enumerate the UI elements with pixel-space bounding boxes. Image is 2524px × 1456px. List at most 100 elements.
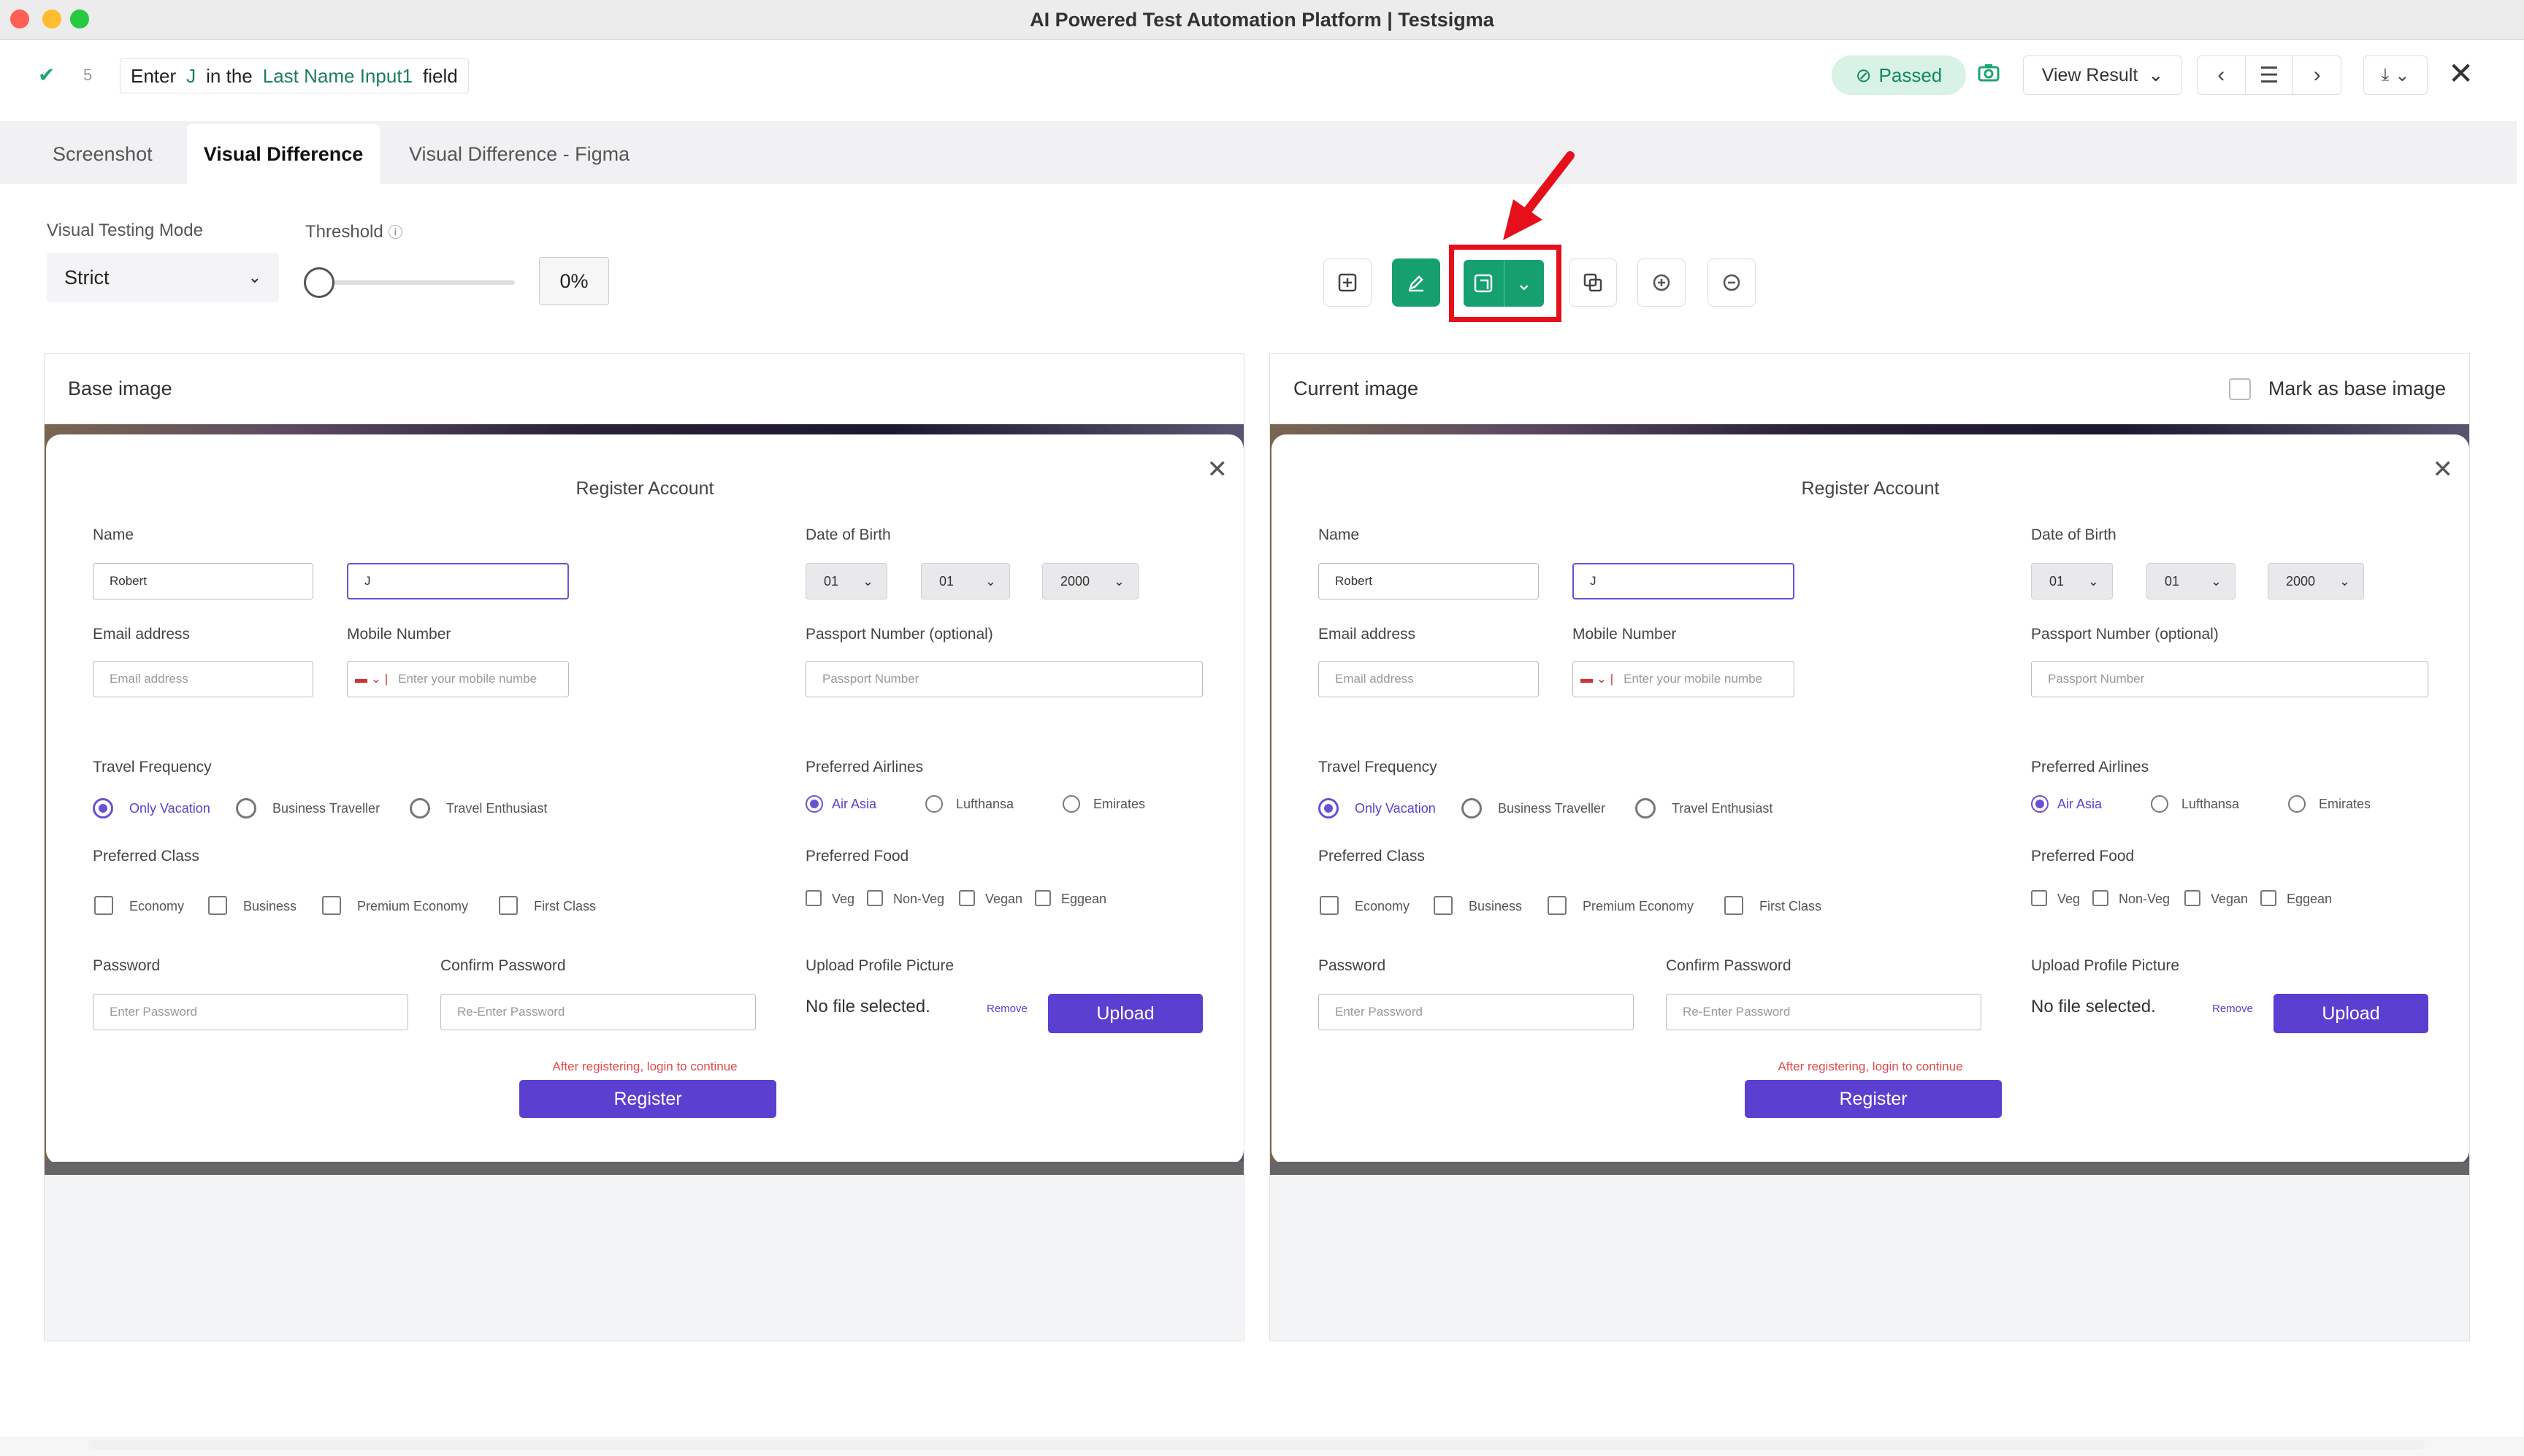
base-image-panel: Base image Register Account ✕ Name Rober… xyxy=(44,353,1244,1341)
confirm-password-input: Re-Enter Password xyxy=(440,994,756,1030)
dob-year-select: 2000 ⌄ xyxy=(2268,563,2364,599)
dob-year-select: 2000 ⌄ xyxy=(1042,563,1139,599)
threshold-slider-track[interactable] xyxy=(307,280,515,285)
annotation-arrow-icon xyxy=(1503,151,1575,240)
dob-label: Date of Birth xyxy=(806,526,891,543)
edit-regions-button[interactable] xyxy=(1392,258,1440,307)
checkbox-veg xyxy=(2031,890,2047,906)
radio-air-asia xyxy=(2031,795,2049,813)
us-flag-icon: ▬ ⌄ | xyxy=(355,672,389,686)
radio-business-traveller xyxy=(236,798,256,819)
list-icon[interactable]: ☰ xyxy=(2246,56,2294,94)
visual-testing-mode-label: Visual Testing Mode xyxy=(47,221,203,240)
chevron-down-icon: ⌄ xyxy=(2338,573,2350,589)
last-name-input: J xyxy=(1572,563,1794,599)
mobile-input: ▬ ⌄ | Enter your mobile numbe xyxy=(347,661,569,697)
us-flag-icon: ▬ ⌄ | xyxy=(1580,672,1614,686)
register-button: Register xyxy=(519,1080,776,1118)
next-step-button[interactable]: › xyxy=(2293,56,2341,94)
current-image-header: Current image Mark as base image xyxy=(1270,354,2469,424)
add-region-button[interactable] xyxy=(1323,258,1372,307)
dob-day-value: 01 xyxy=(2049,573,2065,589)
login-note: After registering, login to continue xyxy=(1778,1060,1963,1073)
checkbox-vegan xyxy=(959,890,975,906)
upload-button: Upload xyxy=(2273,994,2428,1033)
horizontal-scrollbar-thumb[interactable] xyxy=(88,1440,2425,1450)
step-test-data: J xyxy=(186,64,196,87)
camera-icon[interactable] xyxy=(1978,63,2000,88)
only-vacation-label: Only Vacation xyxy=(129,801,210,816)
dob-year-value: 2000 xyxy=(1060,573,1090,589)
confirm-password-input: Re-Enter Password xyxy=(1666,994,1981,1030)
chevron-down-icon: ⌄ xyxy=(2087,573,2099,589)
tab-visual-difference[interactable]: Visual Difference xyxy=(187,124,380,184)
visual-testing-mode-select[interactable]: Strict ⌄ xyxy=(47,253,279,302)
checkbox-first-class xyxy=(499,896,518,915)
current-image-panel: Current image Mark as base image Registe… xyxy=(1269,353,2470,1341)
window-title: AI Powered Test Automation Platform | Te… xyxy=(1030,9,1494,31)
threshold-slider-handle[interactable] xyxy=(304,267,334,298)
modal-title: Register Account xyxy=(575,478,714,499)
info-icon[interactable]: ⓘ xyxy=(388,225,402,241)
screenshot-bottom-edge xyxy=(1270,1162,2469,1175)
checkbox-vegan xyxy=(2184,890,2200,906)
copy-icon xyxy=(1583,273,1602,292)
threshold-value-field[interactable]: 0% xyxy=(539,257,609,305)
download-dropdown[interactable]: ⤓ ⌄ xyxy=(2363,55,2428,95)
mark-as-base-checkbox[interactable] xyxy=(2228,378,2251,400)
air-asia-label: Air Asia xyxy=(832,797,877,811)
preferred-food-label: Preferred Food xyxy=(2031,848,2135,865)
no-file-text: No file selected. xyxy=(2031,997,2156,1016)
radio-emirates xyxy=(2288,795,2306,813)
close-icon: ✕ xyxy=(1206,456,1228,483)
business-label: Business xyxy=(1469,899,1523,913)
close-icon: ✕ xyxy=(2432,456,2454,483)
veg-label: Veg xyxy=(2057,892,2081,906)
zoom-in-icon xyxy=(1653,274,1670,291)
dob-month-value: 01 xyxy=(2165,573,2180,589)
dob-month-value: 01 xyxy=(939,573,955,589)
previous-step-button[interactable]: ‹ xyxy=(2198,56,2246,94)
business-label: Business xyxy=(243,899,297,913)
checkbox-non-veg xyxy=(2092,890,2108,906)
vegan-label: Vegan xyxy=(2211,892,2249,906)
step-connector: in the xyxy=(206,64,253,87)
business-traveller-label: Business Traveller xyxy=(272,801,380,816)
emirates-label: Emirates xyxy=(2319,797,2371,811)
checkbox-veg xyxy=(806,890,822,906)
confirm-password-label: Confirm Password xyxy=(1666,957,1791,974)
dob-year-value: 2000 xyxy=(2286,573,2316,589)
mobile-label: Mobile Number xyxy=(347,626,451,643)
mobile-placeholder: Enter your mobile numbe xyxy=(1624,672,1763,686)
checkbox-economy xyxy=(94,896,113,915)
preferred-food-label: Preferred Food xyxy=(806,848,909,865)
step-number: 5 xyxy=(83,66,93,84)
passport-label: Passport Number (optional) xyxy=(806,626,993,643)
checkbox-business xyxy=(1434,896,1453,915)
chevron-down-icon: ⌄ xyxy=(984,573,996,589)
tab-screenshot[interactable]: Screenshot xyxy=(29,124,183,184)
last-name-input: J xyxy=(347,563,569,599)
chevron-down-icon: ⌄ xyxy=(1113,573,1125,589)
close-icon[interactable]: ✕ xyxy=(2448,55,2474,91)
checkbox-premium-economy xyxy=(1548,896,1567,915)
overlay-view-button[interactable] xyxy=(1569,258,1617,307)
eggean-label: Eggean xyxy=(1061,892,1107,906)
email-input: Email address xyxy=(1318,661,1539,697)
checkbox-business xyxy=(208,896,227,915)
passport-label: Passport Number (optional) xyxy=(2031,626,2219,643)
preferred-airlines-label: Preferred Airlines xyxy=(806,759,924,775)
threshold-label-text: Threshold xyxy=(305,222,383,242)
checkbox-eggean xyxy=(1035,890,1051,906)
check-icon: ✔ xyxy=(38,64,56,86)
zoom-in-button[interactable] xyxy=(1637,258,1686,307)
checkbox-eggean xyxy=(2260,890,2276,906)
tab-visual-difference-figma[interactable]: Visual Difference - Figma xyxy=(394,124,687,184)
mobile-label: Mobile Number xyxy=(1572,626,1677,643)
radio-business-traveller xyxy=(1461,798,1482,819)
mark-as-base-control[interactable]: Mark as base image xyxy=(2228,378,2446,400)
zoom-out-button[interactable] xyxy=(1707,258,1756,307)
view-result-dropdown[interactable]: View Result ⌄ xyxy=(2023,55,2182,95)
premium-economy-label: Premium Economy xyxy=(357,899,469,913)
chevron-down-icon: ⌄ xyxy=(862,573,873,589)
